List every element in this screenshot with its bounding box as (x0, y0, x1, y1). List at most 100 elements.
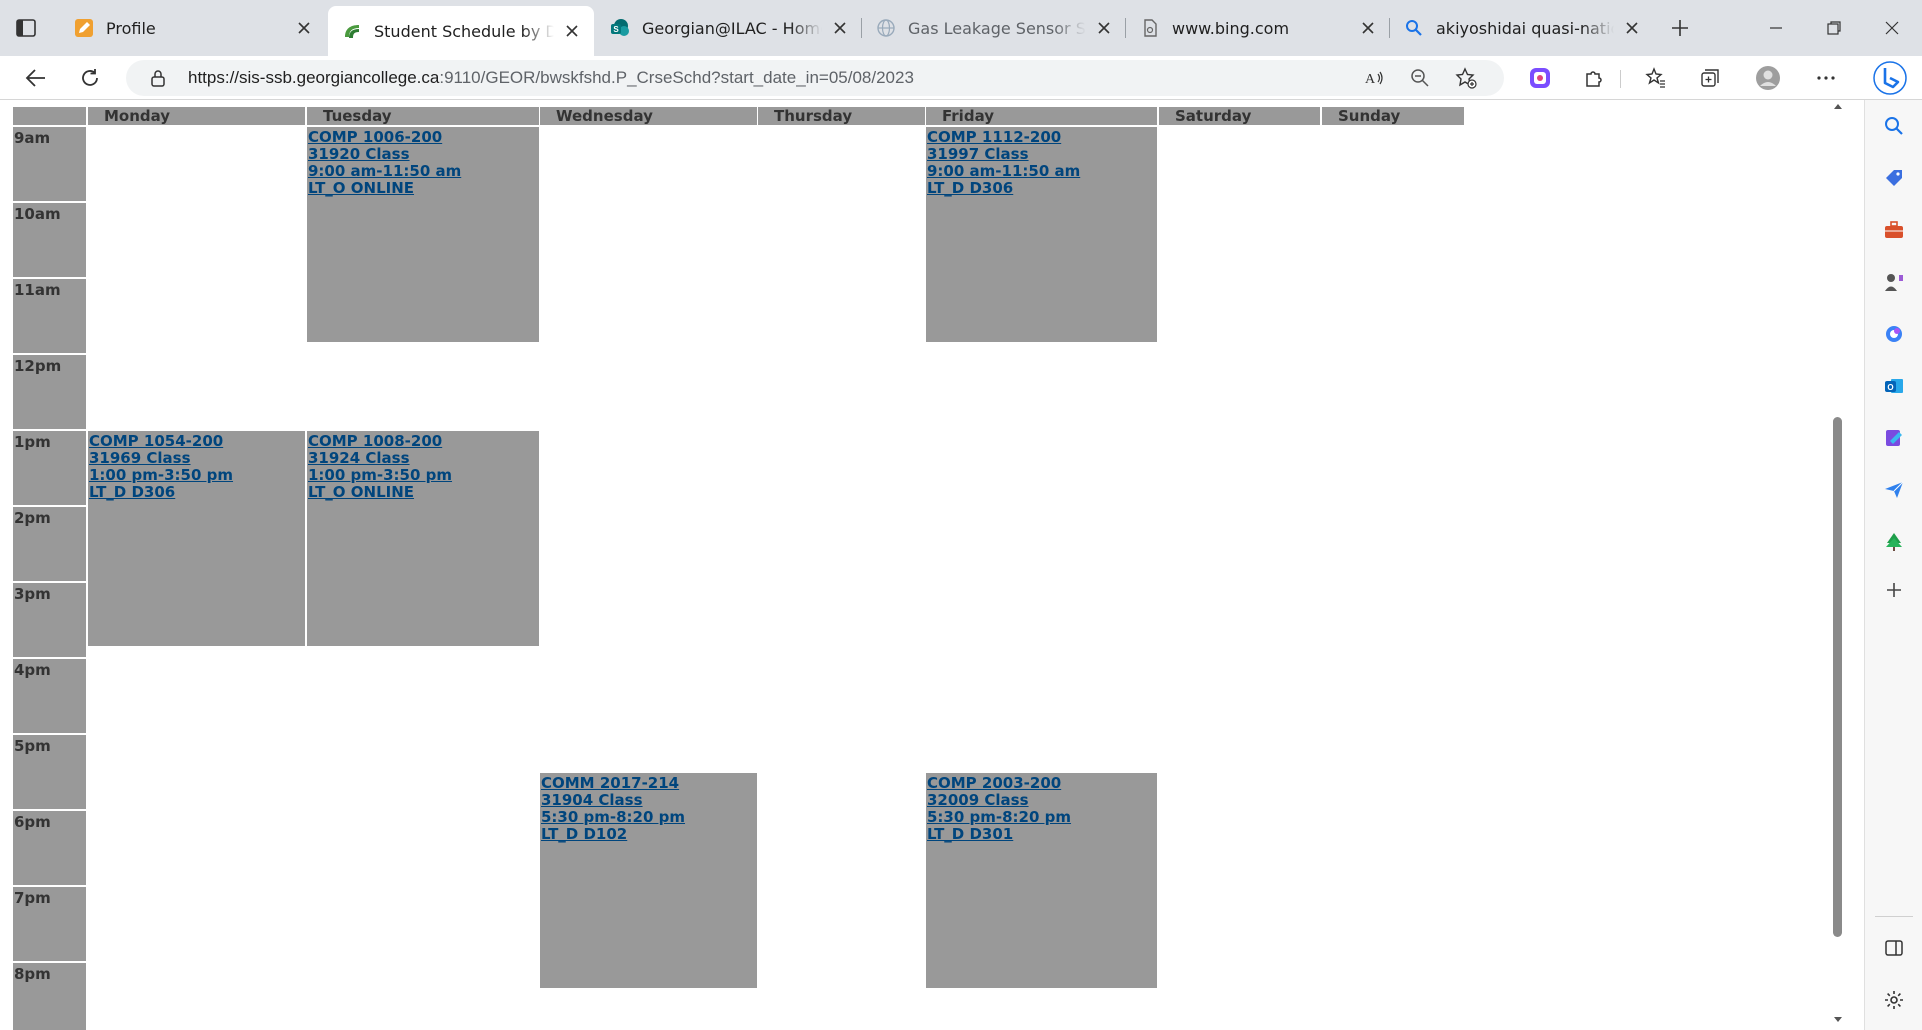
time-link[interactable]: 1:00 pm-3:50 pm (308, 467, 538, 484)
time-link[interactable]: 9:00 am-11:50 am (927, 163, 1156, 180)
room-link[interactable]: LT_D D306 (89, 484, 304, 501)
class-block[interactable]: COMP 2003-200 32009 Class 5:30 pm-8:20 pm L… (926, 773, 1157, 989)
sidebar-split-screen-icon[interactable] (1880, 934, 1908, 962)
sidebar-games-icon[interactable] (1880, 268, 1908, 296)
time-link[interactable]: 5:30 pm-8:20 pm (541, 809, 756, 826)
globe-icon (876, 18, 896, 38)
tab-georgian-ilac[interactable]: S Georgian@ILAC - Home (596, 8, 862, 48)
lock-icon[interactable] (148, 68, 168, 88)
refresh-icon[interactable] (76, 64, 104, 92)
class-block[interactable]: COMP 1008-200 31924 Class 1:00 pm-3:50 pm L… (307, 431, 539, 647)
tab-profile[interactable]: Profile (60, 8, 326, 48)
copilot-extension-icon[interactable] (1526, 64, 1554, 92)
course-link[interactable]: COMP 1112-200 (927, 129, 1156, 146)
url-host: https://sis-ssb.georgiancollege.ca (188, 68, 440, 87)
class-block[interactable]: COMM 2017-214 31904 Class 5:30 pm-8:20 pm L… (540, 773, 757, 989)
sidebar-add-icon[interactable] (1880, 576, 1908, 604)
time-label-2pm: 2pm (13, 507, 86, 581)
crn-link[interactable]: 31969 Class (89, 450, 304, 467)
back-icon[interactable] (22, 64, 50, 92)
new-tab-icon[interactable] (1666, 14, 1694, 42)
banner-icon (342, 21, 362, 41)
favorites-icon[interactable] (1642, 64, 1670, 92)
sidebar-shopping-icon[interactable] (1880, 164, 1908, 192)
room-link[interactable]: LT_O ONLINE (308, 484, 538, 501)
time-link[interactable]: 5:30 pm-8:20 pm (927, 809, 1156, 826)
course-link[interactable]: COMP 1006-200 (308, 129, 538, 146)
scrollbar-thumb[interactable] (1833, 417, 1842, 937)
time-label-12pm: 12pm (13, 355, 86, 429)
tab-akiyoshidai[interactable]: akiyoshidai quasi-national park (1390, 8, 1654, 48)
sharepoint-icon: S (610, 18, 630, 38)
close-tab-icon[interactable] (294, 18, 314, 38)
sidebar-microsoft365-icon[interactable] (1880, 320, 1908, 348)
sidebar-tools-icon[interactable] (1880, 216, 1908, 244)
svg-text:A: A (1365, 72, 1376, 87)
close-window-icon[interactable] (1878, 14, 1906, 42)
minimize-icon[interactable] (1762, 14, 1790, 42)
room-link[interactable]: LT_D D301 (927, 826, 1156, 843)
tab-title: Georgian@ILAC - Home (642, 18, 822, 38)
crn-link[interactable]: 31904 Class (541, 792, 756, 809)
course-link[interactable]: COMP 2003-200 (927, 775, 1156, 792)
close-tab-icon[interactable] (562, 21, 582, 41)
search-icon (1404, 18, 1424, 38)
edge-sidebar: O (1864, 100, 1922, 1030)
room-link[interactable]: LT_O ONLINE (308, 180, 538, 197)
course-link[interactable]: COMM 2017-214 (541, 775, 756, 792)
read-aloud-icon[interactable]: A (1360, 64, 1388, 92)
profile-avatar-icon[interactable] (1754, 64, 1782, 92)
crn-link[interactable]: 31997 Class (927, 146, 1156, 163)
url-text[interactable]: https://sis-ssb.georgiancollege.ca:9110/… (188, 68, 914, 88)
course-link[interactable]: COMP 1008-200 (308, 433, 538, 450)
time-link[interactable]: 1:00 pm-3:50 pm (89, 467, 304, 484)
sidebar-send-icon[interactable] (1880, 476, 1908, 504)
time-label-4pm: 4pm (13, 659, 86, 733)
restore-icon[interactable] (1820, 14, 1848, 42)
day-header-wednesday: Wednesday (540, 107, 757, 125)
bing-copilot-icon[interactable] (1866, 56, 1914, 100)
sidebar-tree-icon[interactable] (1880, 528, 1908, 556)
class-block[interactable]: COMP 1112-200 31997 Class 9:00 am-11:50 am… (926, 127, 1157, 343)
time-label-8pm: 8pm (13, 963, 86, 1030)
tab-title: www.bing.com (1172, 18, 1290, 38)
sidebar-outlook-icon[interactable]: O (1880, 372, 1908, 400)
close-tab-icon[interactable] (1622, 18, 1642, 38)
course-link[interactable]: COMP 1054-200 (89, 433, 304, 450)
svg-text:O: O (1887, 383, 1893, 392)
crn-link[interactable]: 32009 Class (927, 792, 1156, 809)
close-tab-icon[interactable] (1358, 18, 1378, 38)
collections-icon[interactable] (1696, 64, 1724, 92)
time-label-9am: 9am (13, 127, 86, 201)
tab-student-schedule[interactable]: Student Schedule by Day and Time (328, 6, 594, 56)
tab-bing[interactable]: www.bing.com (1126, 8, 1390, 48)
page-scrollbar[interactable] (1830, 101, 1846, 1030)
tab-gas-leakage[interactable]: Gas Leakage Sensor Solution (862, 8, 1126, 48)
room-link[interactable]: LT_D D306 (927, 180, 1156, 197)
time-link[interactable]: 9:00 am-11:50 am (308, 163, 538, 180)
sidebar-divider (1875, 916, 1913, 917)
close-tab-icon[interactable] (830, 18, 850, 38)
tab-actions-icon[interactable] (14, 16, 38, 40)
tab-title: Profile (106, 18, 156, 38)
svg-text:S: S (613, 25, 619, 34)
scroll-down-icon[interactable] (1832, 1013, 1844, 1025)
sidebar-designer-icon[interactable] (1880, 424, 1908, 452)
room-link[interactable]: LT_D D102 (541, 826, 756, 843)
sidebar-search-icon[interactable] (1880, 112, 1908, 140)
crn-link[interactable]: 31920 Class (308, 146, 538, 163)
browser-toolbar: https://sis-ssb.georgiancollege.ca:9110/… (0, 56, 1922, 100)
crn-link[interactable]: 31924 Class (308, 450, 538, 467)
class-block[interactable]: COMP 1006-200 31920 Class 9:00 am-11:50 am… (307, 127, 539, 343)
scroll-up-icon[interactable] (1832, 101, 1844, 113)
close-tab-icon[interactable] (1094, 18, 1114, 38)
zoom-out-icon[interactable] (1406, 64, 1434, 92)
more-options-icon[interactable] (1812, 64, 1840, 92)
add-favorite-icon[interactable] (1452, 64, 1480, 92)
time-label-11am: 11am (13, 279, 86, 353)
day-header-monday: Monday (88, 107, 305, 125)
address-bar[interactable]: https://sis-ssb.georgiancollege.ca:9110/… (126, 60, 1504, 96)
class-block[interactable]: COMP 1054-200 31969 Class 1:00 pm-3:50 pm L… (88, 431, 305, 647)
extensions-icon[interactable] (1580, 64, 1608, 92)
sidebar-settings-icon[interactable] (1880, 986, 1908, 1014)
